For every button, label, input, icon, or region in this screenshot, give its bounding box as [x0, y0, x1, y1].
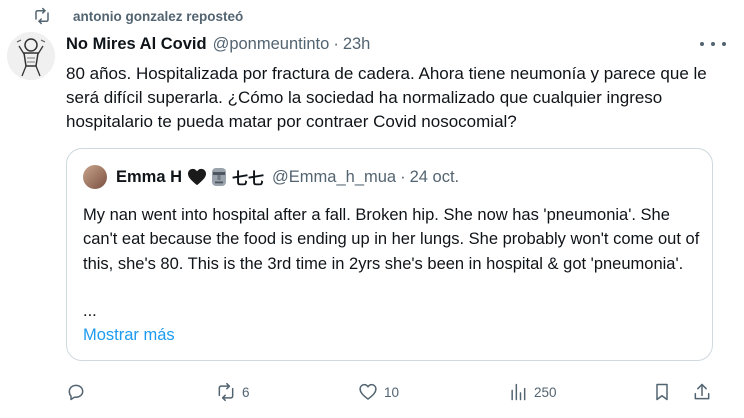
quote-ellipsis: ...: [83, 302, 97, 320]
bookmark-button[interactable]: [652, 378, 672, 406]
views-count: 250: [534, 384, 557, 400]
repost-count: 6: [242, 384, 250, 400]
like-button[interactable]: 10: [358, 378, 399, 406]
repost-icon: [33, 7, 51, 25]
author-handle[interactable]: @ponmeuntinto: [213, 35, 330, 54]
views-button[interactable]: 250: [508, 378, 557, 406]
share-button[interactable]: [692, 378, 712, 406]
author-name[interactable]: No Mires Al Covid: [66, 35, 207, 54]
black-heart-icon: [188, 168, 207, 186]
tweet-text: 80 años. Hospitalizada por fractura de c…: [66, 64, 707, 131]
quote-separator-dot: ·: [400, 167, 406, 186]
show-more-link[interactable]: Mostrar más: [83, 326, 175, 345]
quote-avatar: [83, 165, 107, 189]
reply-button[interactable]: [66, 378, 92, 406]
quote-name-emojis: 七七: [187, 165, 264, 189]
action-bar: 6 10 250: [0, 378, 744, 406]
repost-icon: [218, 382, 234, 402]
separator-dot: ·: [333, 34, 339, 53]
repost-text[interactable]: antonio gonzalez reposteó: [73, 9, 243, 24]
quote-time: 24 oct.: [409, 167, 460, 186]
quote-author-handle: @Emma_h_mua: [272, 167, 397, 186]
tweet-time[interactable]: 23h: [343, 35, 371, 54]
quote-author-name: Emma H: [116, 167, 183, 186]
more-icon: [700, 42, 726, 46]
quoted-tweet[interactable]: Emma H 七七 @Emma_h_mua · 24 oct. My nan w…: [66, 148, 713, 361]
more-options-button[interactable]: [700, 36, 726, 52]
views-icon: [511, 383, 526, 401]
repost-header[interactable]: antonio gonzalez reposteó: [33, 6, 243, 26]
tweet-header: No Mires Al Covid @ponmeuntinto · 23h: [66, 33, 370, 55]
like-count: 10: [384, 384, 400, 400]
avatar[interactable]: [7, 32, 55, 80]
moai-icon: [212, 168, 227, 186]
share-icon: [694, 383, 710, 400]
reply-icon: [68, 384, 84, 401]
bookmark-icon: [656, 383, 668, 401]
quote-name-suffix: 七七: [232, 169, 265, 188]
quote-text: My nan went into hospital after a fall. …: [83, 206, 700, 273]
repost-button[interactable]: 6: [216, 378, 250, 406]
quote-header: Emma H 七七 @Emma_h_mua · 24 oct.: [83, 164, 459, 190]
heart-icon: [359, 383, 377, 400]
